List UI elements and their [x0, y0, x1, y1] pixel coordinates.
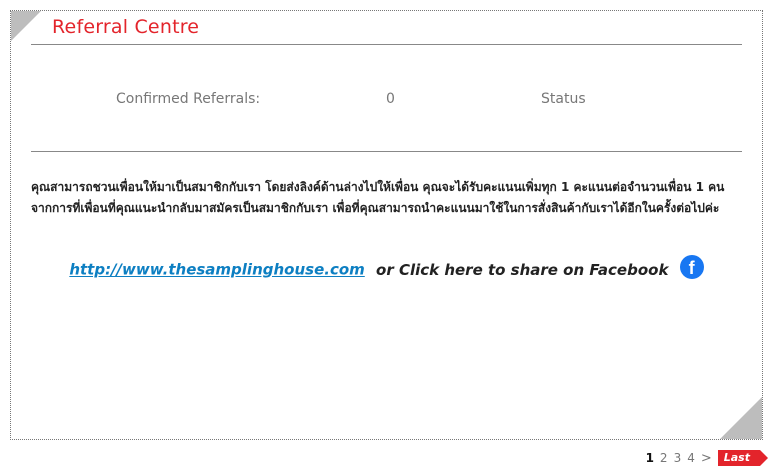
confirmed-referrals-label: Confirmed Referrals: [116, 91, 261, 107]
corner-decoration-top-left [11, 11, 41, 41]
referral-panel: Referral Centre Confirmed Referrals: 0 S… [10, 10, 763, 440]
pagination: 1 2 3 4 > Last [645, 450, 769, 466]
corner-decoration-bottom-right [720, 397, 762, 439]
status-label: Status [541, 91, 586, 107]
divider-middle [31, 151, 742, 152]
last-page-button[interactable]: Last [717, 450, 769, 466]
page-link-3[interactable]: 3 [674, 451, 682, 465]
page-link-4[interactable]: 4 [687, 451, 695, 465]
referral-description: คุณสามารถชวนเพื่อนให้มาเป็นสมาชิกกับเรา … [31, 180, 725, 215]
facebook-share-text[interactable]: or Click here to share on Facebook [376, 261, 668, 279]
share-row: http://www.thesamplinghouse.com or Click… [11, 255, 762, 282]
facebook-icon[interactable]: f [679, 255, 704, 279]
page-current: 1 [645, 451, 654, 465]
divider-top [31, 44, 742, 45]
confirmed-referrals-value: 0 [386, 91, 395, 107]
referral-link[interactable]: http://www.thesamplinghouse.com [69, 261, 364, 279]
chevron-right-icon[interactable]: > [701, 451, 712, 466]
page-title: Referral Centre [52, 16, 200, 38]
page-link-2[interactable]: 2 [660, 451, 668, 465]
